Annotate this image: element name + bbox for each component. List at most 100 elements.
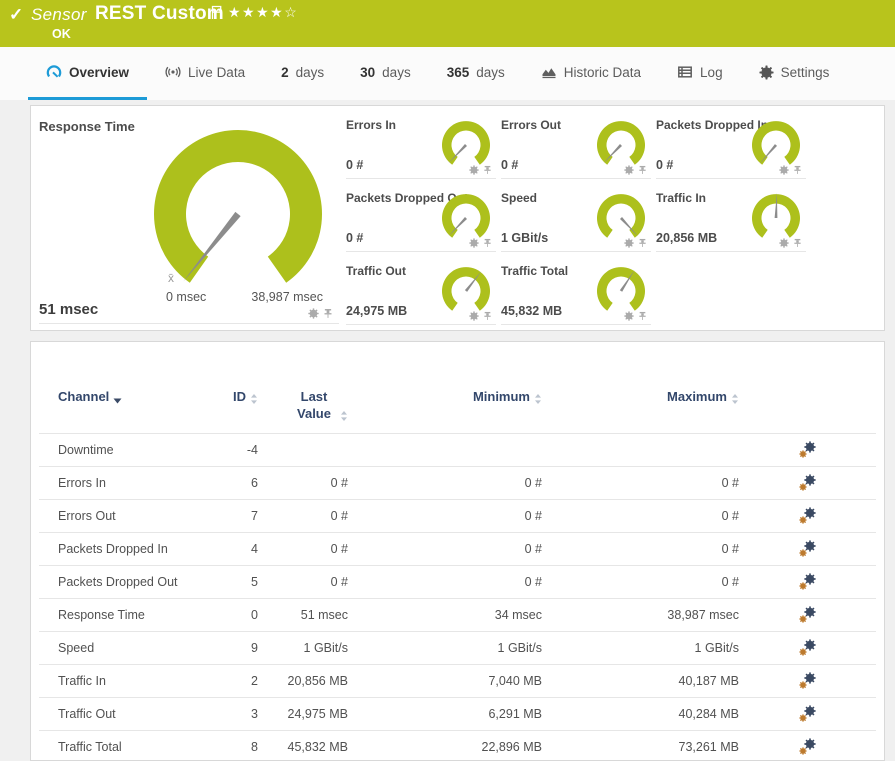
- channel-maximum-cell: 73,261 MB: [542, 731, 739, 761]
- sensor-header: ✓ Sensor REST Custom ★★★★☆ OK: [0, 0, 895, 47]
- channel-name-cell: Errors In: [39, 467, 219, 500]
- channel-gauge-cell: Speed 1 GBit/s: [501, 179, 651, 252]
- channel-name-cell: Traffic Out: [39, 698, 219, 731]
- gauge-pin-icon[interactable]: [793, 238, 802, 248]
- table-row: Downtime -4: [39, 434, 876, 467]
- gauge-settings-icon[interactable]: [779, 165, 789, 175]
- historic-chart-icon: [541, 64, 557, 80]
- tab-overview[interactable]: Overview: [28, 47, 147, 100]
- gauge-settings-icon[interactable]: [469, 165, 479, 175]
- channel-id-cell: 4: [219, 533, 258, 566]
- channel-minimum-cell: [348, 434, 542, 467]
- status-check-icon: ✓: [9, 5, 23, 25]
- channel-maximum-cell: 0 #: [542, 566, 739, 599]
- channel-minimum-cell: 0 #: [348, 500, 542, 533]
- live-data-icon: [165, 64, 181, 80]
- gauge-pin-icon[interactable]: [483, 165, 492, 175]
- column-header-actions: [739, 342, 876, 434]
- channel-last-value-cell: [258, 434, 348, 467]
- table-row: Response Time 0 51 msec 34 msec 38,987 m…: [39, 599, 876, 632]
- gauge-pin-icon[interactable]: [638, 238, 647, 248]
- sensor-title: REST Custom: [95, 3, 224, 25]
- channel-id-cell: 2: [219, 665, 258, 698]
- channel-settings-icon[interactable]: [799, 606, 816, 626]
- tab-historic-data[interactable]: Historic Data: [523, 47, 659, 100]
- gauge-value: 45,832 MB: [501, 304, 562, 318]
- column-header-minimum[interactable]: Minimum: [348, 342, 542, 434]
- channel-minimum-cell: 22,896 MB: [348, 731, 542, 761]
- gauge-pin-icon[interactable]: [483, 311, 492, 321]
- channel-settings-icon[interactable]: [799, 474, 816, 494]
- channel-gauge-cell: Errors Out 0 #: [501, 106, 651, 179]
- channel-settings-icon[interactable]: [799, 441, 816, 461]
- gauge-value: 0 #: [346, 158, 363, 172]
- channel-settings-icon[interactable]: [799, 507, 816, 527]
- gauge-settings-icon[interactable]: [469, 311, 479, 321]
- table-row: Packets Dropped Out 5 0 # 0 # 0 #: [39, 566, 876, 599]
- table-row: Traffic Total 8 45,832 MB 22,896 MB 73,2…: [39, 731, 876, 761]
- gauge-settings-icon[interactable]: [624, 311, 634, 321]
- tab-bar: Overview Live Data 2days 30days 365days: [0, 47, 895, 100]
- gauge-pin-icon[interactable]: [793, 165, 802, 175]
- table-row: Packets Dropped In 4 0 # 0 # 0 #: [39, 533, 876, 566]
- channel-last-value-cell: 0 #: [258, 500, 348, 533]
- channel-name-cell: Speed: [39, 632, 219, 665]
- gauge-value: 51 msec: [39, 301, 98, 318]
- column-header-maximum[interactable]: Maximum: [542, 342, 739, 434]
- channel-settings-icon[interactable]: [799, 639, 816, 659]
- channel-id-cell: 9: [219, 632, 258, 665]
- sort-icon: [250, 394, 258, 404]
- gauge-settings-icon[interactable]: [779, 238, 789, 248]
- column-header-last-value[interactable]: Last Value: [258, 342, 348, 434]
- channel-minimum-cell: 7,040 MB: [348, 665, 542, 698]
- gauge-pin-icon[interactable]: [483, 238, 492, 248]
- gauge-title: Response Time: [39, 119, 135, 134]
- channel-gauge-cell: Packets Dropped In 0 #: [656, 106, 806, 179]
- channel-last-value-cell: 0 #: [258, 566, 348, 599]
- content-area: Response Time x̄ 0 msec 38,987 msec 51 m…: [0, 100, 895, 761]
- gauge-pin-icon[interactable]: [638, 165, 647, 175]
- gauge-pin-icon[interactable]: [323, 308, 333, 319]
- tab-settings[interactable]: Settings: [741, 47, 848, 100]
- flag-icon[interactable]: [210, 5, 223, 20]
- gauge-settings-icon[interactable]: [308, 308, 319, 319]
- gauges-panel: Response Time x̄ 0 msec 38,987 msec 51 m…: [30, 105, 885, 331]
- channel-settings-icon[interactable]: [799, 672, 816, 692]
- gauge-value: 1 GBit/s: [501, 231, 548, 245]
- gauge-pin-icon[interactable]: [638, 311, 647, 321]
- channel-settings-icon[interactable]: [799, 738, 816, 758]
- priority-stars[interactable]: ★★★★☆: [228, 4, 298, 21]
- tab-30-days[interactable]: 30days: [342, 47, 429, 100]
- gauge-value: 24,975 MB: [346, 304, 407, 318]
- channel-settings-icon[interactable]: [799, 573, 816, 593]
- column-header-id[interactable]: ID: [219, 342, 258, 434]
- tab-log[interactable]: Log: [659, 47, 741, 100]
- gauge-settings-icon[interactable]: [624, 165, 634, 175]
- channel-settings-icon[interactable]: [799, 705, 816, 725]
- channel-minimum-cell: 6,291 MB: [348, 698, 542, 731]
- channel-name-cell: Errors Out: [39, 500, 219, 533]
- channel-minimum-cell: 0 #: [348, 533, 542, 566]
- table-header-row: Channel ID Last Value: [39, 342, 876, 434]
- gauge-title: Traffic Total: [501, 264, 568, 278]
- gauge-settings-icon[interactable]: [469, 238, 479, 248]
- gauge-value: 0 #: [346, 231, 363, 245]
- channel-name-cell: Response Time: [39, 599, 219, 632]
- tab-live-data[interactable]: Live Data: [147, 47, 263, 100]
- table-row: Traffic Out 3 24,975 MB 6,291 MB 40,284 …: [39, 698, 876, 731]
- log-icon: [677, 64, 693, 80]
- channel-id-cell: 5: [219, 566, 258, 599]
- column-header-channel[interactable]: Channel: [39, 342, 219, 434]
- gauge-icon: [46, 64, 62, 80]
- channel-name-cell: Packets Dropped Out: [39, 566, 219, 599]
- tab-365-days[interactable]: 365days: [429, 47, 523, 100]
- gauge-title: Speed: [501, 191, 537, 205]
- channel-settings-icon[interactable]: [799, 540, 816, 560]
- tab-2-days[interactable]: 2days: [263, 47, 342, 100]
- sort-icon: [340, 411, 348, 421]
- gauge-settings-icon[interactable]: [624, 238, 634, 248]
- table-row: Errors In 6 0 # 0 # 0 #: [39, 467, 876, 500]
- gauge-max-label: 38,987 msec: [251, 290, 323, 304]
- prtg-sensor-page: ✓ Sensor REST Custom ★★★★☆ OK Overview: [0, 0, 895, 761]
- channel-last-value-cell: 0 #: [258, 533, 348, 566]
